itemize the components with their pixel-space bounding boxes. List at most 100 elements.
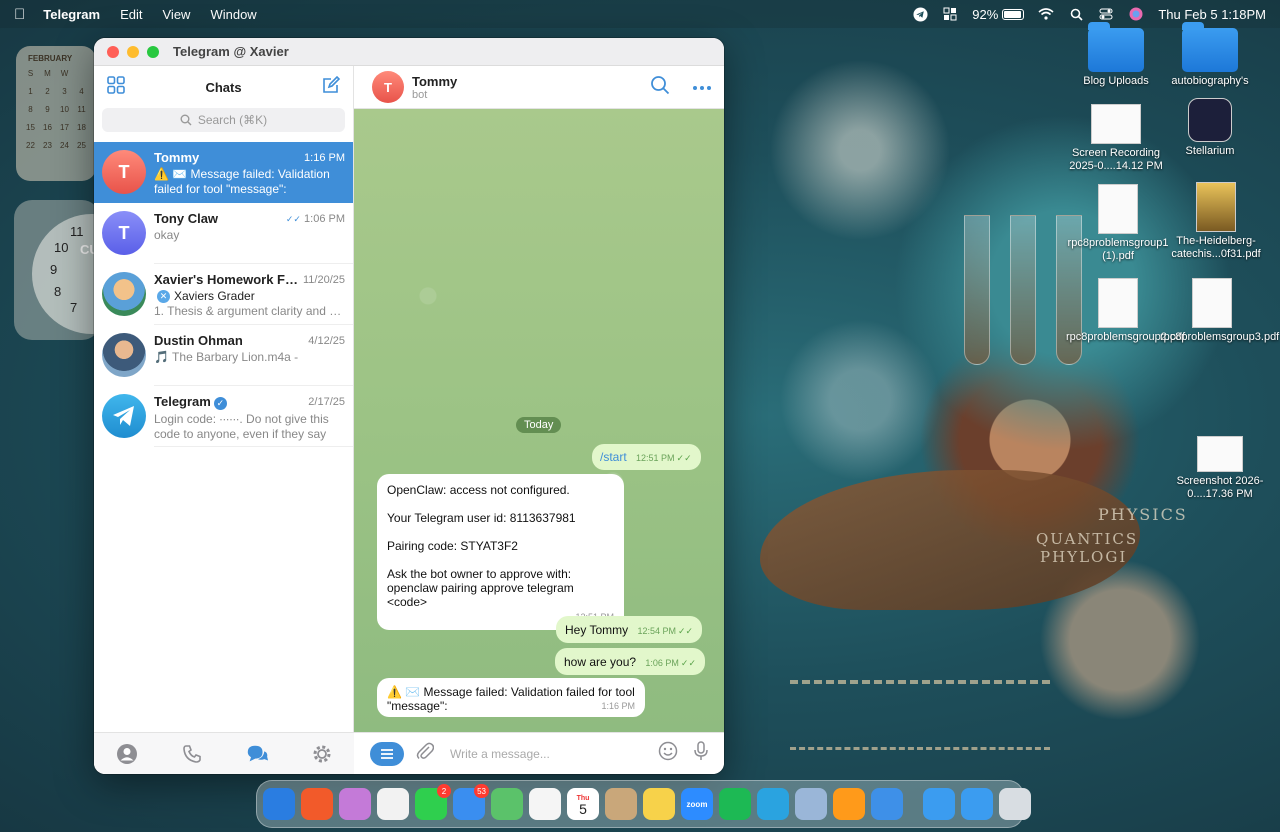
telegram-logo-icon [102, 394, 146, 438]
dock-app-notes[interactable] [643, 788, 675, 820]
chat-item-tommy[interactable]: T Tommy 1:16 PM ⚠️ ✉️ Message failed: Va… [94, 142, 353, 203]
calls-tab-icon[interactable] [180, 742, 204, 766]
verified-badge-icon: ✓ [213, 397, 227, 410]
dock-app-quicktime[interactable] [871, 788, 903, 820]
message-text[interactable]: /start [600, 450, 627, 464]
window-grid-icon[interactable] [942, 7, 958, 21]
desktop-folder-autobiography[interactable]: autobiography's [1160, 22, 1260, 88]
chat-item-dustin-ohman[interactable]: Dustin Ohman 4/12/25 🎵 The Barbary Lion.… [94, 325, 353, 386]
calendar-widget[interactable]: FEBRUARY S M W 1 2 3 4 8 9 10 11 15 16 17 18 22 23 24 25 [16, 46, 96, 181]
chats-tab-icon[interactable] [245, 742, 269, 766]
chat-header-avatar[interactable]: T [372, 71, 404, 103]
folders-grid-icon[interactable] [106, 75, 126, 100]
spotlight-search-icon[interactable] [1068, 7, 1084, 21]
bot-menu-button[interactable] [370, 741, 404, 766]
dock-app-photos[interactable] [529, 788, 561, 820]
dock-app-maps[interactable] [491, 788, 523, 820]
chat-item-homework-feedback[interactable]: Xavier's Homework Fee... 11/20/25 ✕ Xavi… [94, 264, 353, 325]
dock-app-zoom[interactable]: zoom [681, 788, 713, 820]
calendar-day: W [60, 69, 69, 78]
group-avatar-image [102, 272, 146, 316]
compose-icon[interactable] [321, 75, 341, 100]
chat-item-tony-claw[interactable]: T Tony Claw ✓✓ 1:06 PM okay [94, 203, 353, 264]
window-titlebar[interactable]: Telegram @ Xavier [94, 38, 724, 66]
clock-number: 9 [50, 262, 58, 277]
more-options-icon[interactable] [692, 78, 712, 96]
message-bubble-outgoing[interactable]: /start 12:51 PM ✓✓ [592, 444, 701, 470]
desktop-file-rpc8-group2[interactable]: rpc8problemsgroup2.pdf [1066, 278, 1186, 344]
desktop-icon-label: autobiography's [1171, 75, 1249, 87]
desktop-file-screenshot[interactable]: Screenshot 2026-0....17.36 PM [1170, 436, 1270, 501]
dock-app-finder-helper[interactable] [795, 788, 827, 820]
chat-item-telegram[interactable]: Telegram ✓ 2/17/25 Login code: ∙∙∙∙∙∙. Do… [94, 386, 353, 447]
message-bubble-incoming[interactable]: ⚠️ ✉️ Message failed: Validation failed … [377, 678, 645, 717]
desktop-icon-label: Screen Recording 2025-0....14.12 PM [1069, 147, 1163, 172]
message-time: 1:16 PM [601, 701, 635, 711]
dock-app-calendar[interactable]: Thu 5 [567, 788, 599, 820]
microphone-icon[interactable] [694, 741, 708, 766]
clock-widget[interactable]: 11 10 9 8 7 6 CU [14, 200, 152, 340]
dock-app-spotify[interactable] [719, 788, 751, 820]
desktop-file-screen-recording[interactable]: Screen Recording 2025-0....14.12 PM [1066, 104, 1166, 173]
chat-name: Tony Claw [154, 211, 219, 226]
desktop-icon-label: rpc8problemsgroup2.pdf [1066, 331, 1186, 343]
message-bubble-incoming[interactable]: OpenClaw: access not configured. Your Te… [377, 474, 624, 630]
message-text: how are you? [564, 655, 637, 669]
menubar-datetime[interactable]: Thu Feb 5 1:18PM [1158, 7, 1266, 22]
contacts-tab-icon[interactable] [115, 742, 139, 766]
read-check-icon: ✓✓ [285, 213, 301, 224]
menu-edit[interactable]: Edit [120, 7, 142, 22]
dock-calendar-day: 5 [579, 801, 587, 817]
avatar-initial: T [384, 79, 392, 95]
desktop-folder-blog-uploads[interactable]: Blog Uploads [1066, 22, 1166, 88]
window-zoom-button[interactable] [147, 45, 159, 58]
avatar-initial: T [118, 161, 130, 182]
desktop-icon-label: rpc8problemsgroup1 (1).pdf [1067, 237, 1169, 262]
apple-menu-icon[interactable]:  [14, 6, 25, 23]
dock-trash-icon[interactable] [999, 788, 1031, 820]
battery-status[interactable]: 92% [972, 7, 1025, 22]
calendar-day: 4 [79, 87, 84, 96]
calendar-day: 25 [77, 141, 86, 150]
window-minimize-button[interactable] [127, 45, 139, 58]
dock-app-brave[interactable] [301, 788, 333, 820]
dock-app-finder[interactable] [263, 788, 295, 820]
message-bubble-outgoing[interactable]: how are you? 1:06 PM ✓✓ [555, 648, 706, 675]
emoji-icon[interactable] [658, 741, 678, 766]
window-close-button[interactable] [107, 45, 119, 58]
control-center-icon[interactable] [1098, 7, 1114, 21]
dock-app-contacts[interactable] [605, 788, 637, 820]
dock-app-messages[interactable]: 2 [415, 784, 451, 820]
message-list[interactable]: Today /start 12:51 PM ✓✓ OpenClaw: access… [354, 109, 724, 732]
pdf-file-icon [1196, 182, 1236, 232]
chat-search-input[interactable]: Search (⌘K) [102, 108, 345, 132]
dock-app-launchpad[interactable] [339, 788, 371, 820]
attach-paperclip-icon[interactable] [416, 741, 435, 766]
sidebar-footer [94, 732, 354, 774]
dock-app-mail[interactable]: 53 [453, 784, 489, 820]
desktop-icon-label: Screenshot 2026-0....17.36 PM [1176, 475, 1264, 500]
dock-app-telegram[interactable] [757, 788, 789, 820]
desktop-file-rpc8-group1[interactable]: rpc8problemsgroup1 (1).pdf [1066, 184, 1170, 263]
dock-app-chatgpt[interactable] [377, 788, 409, 820]
menu-view[interactable]: View [163, 7, 191, 22]
siri-icon[interactable] [1128, 7, 1144, 21]
calendar-day: 2 [45, 87, 50, 96]
message-text: Hey Tommy [565, 623, 629, 637]
dock-app-books[interactable] [833, 788, 865, 820]
chat-header[interactable]: T Tommy bot [354, 66, 724, 109]
dock-applications-icon[interactable] [923, 788, 955, 820]
message-input[interactable]: Write a message... [450, 747, 658, 761]
dock-downloads-icon[interactable] [961, 788, 993, 820]
menu-window[interactable]: Window [210, 7, 256, 22]
settings-tab-icon[interactable] [310, 742, 334, 766]
message-time: 1:06 PM [645, 658, 679, 668]
desktop-file-heidelberg[interactable]: The-Heidelberg-catechis...0f31.pdf [1160, 182, 1272, 261]
desktop-app-stellarium[interactable]: Stellarium [1160, 98, 1260, 158]
telegram-status-icon[interactable] [912, 6, 928, 22]
search-icon[interactable] [650, 75, 670, 100]
message-bubble-outgoing[interactable]: Hey Tommy 12:54 PM ✓✓ [556, 616, 703, 643]
wifi-icon[interactable] [1038, 7, 1054, 21]
menu-app-name[interactable]: Telegram [43, 7, 100, 22]
desktop-file-rpc8-group3[interactable]: rpc8problemsgroup3.pdf [1160, 278, 1279, 344]
